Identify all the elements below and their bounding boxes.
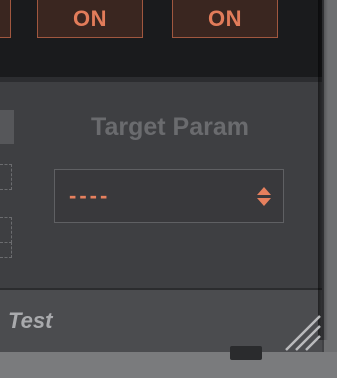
plugin-panel: ON ON Target Param ---- Test: [0, 0, 337, 378]
footer-title: Test: [8, 308, 53, 333]
target-param-select[interactable]: ----: [54, 169, 284, 223]
toggle-on-button-1[interactable]: ON: [37, 0, 143, 38]
toggle-on-button-2[interactable]: ON: [172, 0, 278, 38]
bottom-background: [0, 352, 337, 378]
target-param-value: ----: [69, 183, 111, 208]
toggle-label: ON: [73, 5, 107, 31]
toggle-label: ON: [208, 5, 242, 31]
toggle-button-partial[interactable]: [0, 0, 11, 38]
bottom-handle: [230, 346, 262, 360]
left-bracket-top: [0, 164, 12, 190]
left-bracket-end: [0, 242, 12, 258]
target-param-label: Target Param: [91, 113, 249, 141]
panel-shadow: [318, 0, 328, 340]
chevron-updown-icon: [257, 186, 271, 206]
left-bracket-bottom: [0, 217, 12, 243]
left-control-edge[interactable]: [0, 110, 14, 144]
resize-grip-icon[interactable]: [282, 312, 322, 352]
